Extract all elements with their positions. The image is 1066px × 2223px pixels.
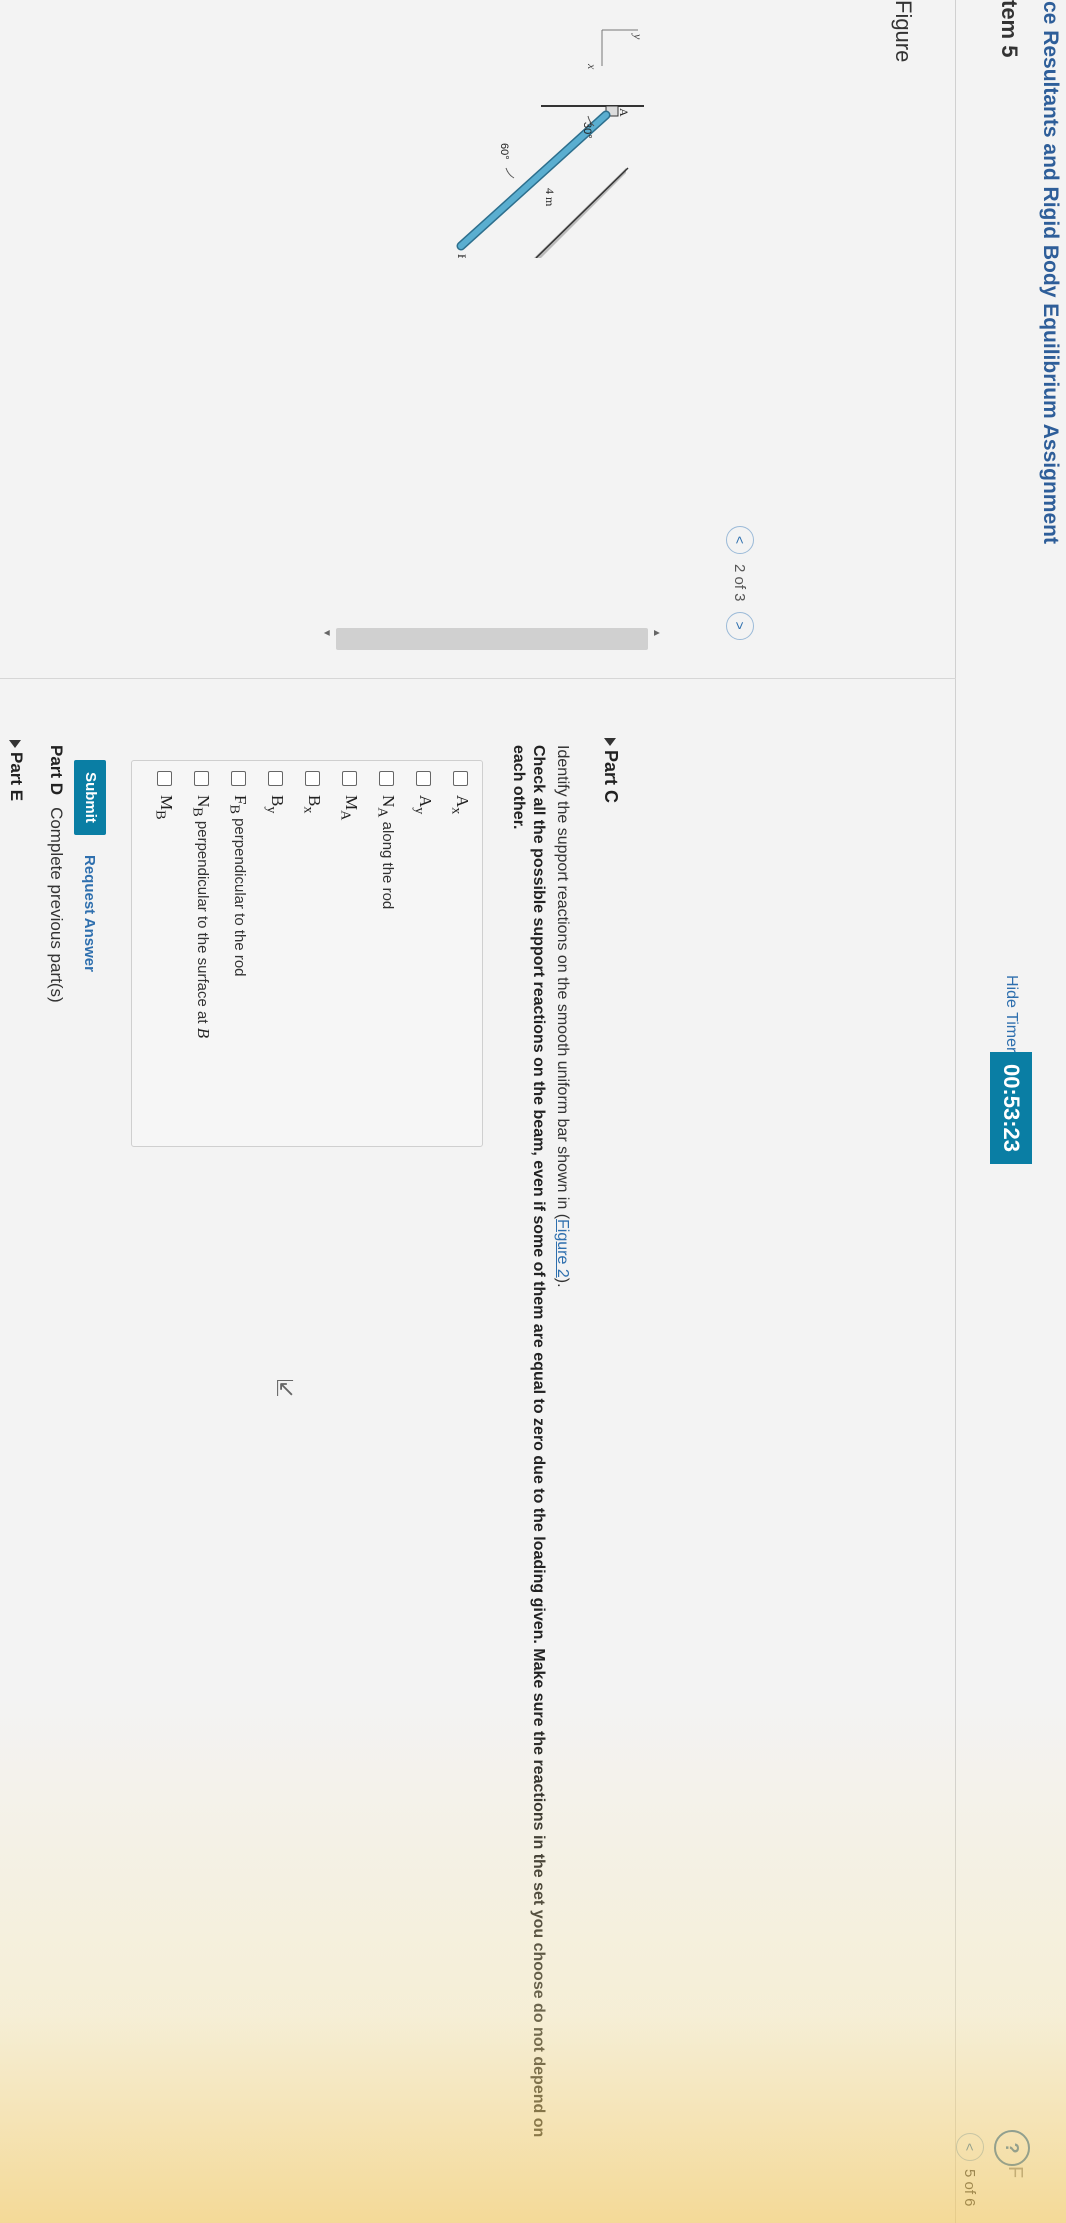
choice-by[interactable]: By bbox=[263, 771, 287, 813]
choice-subscript: y bbox=[411, 807, 428, 815]
screen: …ce Resultants and Rigid Body Equilibriu… bbox=[0, 0, 1066, 2223]
question-prefix: Identify the support reactions on the sm… bbox=[554, 745, 571, 1220]
figure-diagram: y x A B 30° 60° 4 m bbox=[455, 29, 645, 258]
choice-symbol: N bbox=[379, 795, 398, 808]
choice-point-b: B bbox=[194, 1027, 213, 1039]
scroll-down-icon[interactable]: ▼ bbox=[321, 628, 332, 638]
checkbox[interactable] bbox=[453, 771, 469, 786]
submit-button[interactable]: Submit bbox=[74, 760, 106, 835]
point-a-label: A bbox=[617, 108, 631, 117]
request-answer-link[interactable]: Request Answer bbox=[81, 855, 98, 972]
choice-ax[interactable]: Ax bbox=[448, 771, 472, 814]
figure-heading: Figure bbox=[891, 0, 916, 63]
rotated-page: …ce Resultants and Rigid Body Equilibriu… bbox=[0, 0, 1066, 2223]
breadcrumb[interactable]: …ce Resultants and Rigid Body Equilibriu… bbox=[1038, 0, 1062, 544]
choice-subscript: A bbox=[337, 810, 354, 821]
choice-symbol: A bbox=[416, 795, 435, 808]
part-d-status: Complete previous part(s) bbox=[47, 807, 66, 1003]
choice-na[interactable]: NA along the rod bbox=[374, 771, 398, 909]
choice-fb[interactable]: FB perpendicular to the rod bbox=[226, 771, 250, 977]
header-divider bbox=[955, 0, 956, 2223]
part-e-title[interactable]: Part E bbox=[6, 752, 26, 801]
question-suffix: ). bbox=[554, 1277, 571, 1288]
choice-subscript: x bbox=[448, 807, 465, 815]
timer-display: 00:53:23 bbox=[990, 1052, 1032, 1164]
part-e-expand-icon[interactable] bbox=[9, 740, 21, 748]
choice-list: Ax Ay NA along the rod MA Bx By FB perpe… bbox=[131, 760, 483, 1147]
choice-subscript: B bbox=[189, 807, 206, 817]
part-c-instructions: Check all the possible support reactions… bbox=[510, 745, 547, 2138]
choice-nb[interactable]: NB perpendicular to the surface at B bbox=[189, 771, 213, 1038]
column-divider bbox=[0, 678, 956, 679]
length-label: 4 m bbox=[543, 188, 557, 207]
choice-subscript: y bbox=[263, 806, 280, 814]
checkbox[interactable] bbox=[416, 771, 432, 786]
figure-pager-text: 2 of 3 bbox=[731, 564, 749, 602]
help-label: F bbox=[1004, 2166, 1026, 2179]
figure-pager: <2 of 3 > bbox=[726, 526, 754, 640]
figure-scrollbar[interactable] bbox=[336, 628, 648, 650]
checkbox[interactable] bbox=[231, 771, 247, 786]
item-title: tem 5 bbox=[997, 0, 1022, 58]
checkbox[interactable] bbox=[157, 771, 173, 786]
figure-link[interactable]: Figure 2 bbox=[554, 1219, 571, 1278]
incline-edge bbox=[535, 167, 629, 258]
prev-figure-button[interactable]: < bbox=[726, 526, 754, 554]
choice-ma[interactable]: MA bbox=[337, 771, 361, 820]
checkbox[interactable] bbox=[342, 771, 358, 786]
angle-60-label: 60° bbox=[498, 143, 510, 160]
mouse-cursor-icon: ⇱ bbox=[275, 1376, 295, 1402]
angle-30-label: 30° bbox=[581, 122, 593, 139]
scroll-up-icon[interactable]: ▲ bbox=[651, 628, 662, 638]
checkbox[interactable] bbox=[194, 771, 210, 786]
choice-symbol: M bbox=[342, 795, 361, 811]
help-icon[interactable]: ? bbox=[994, 2130, 1030, 2166]
item-pager-text: 5 of 6 bbox=[961, 2169, 978, 2207]
part-c-collapse-icon[interactable] bbox=[604, 738, 616, 746]
inclined-surface bbox=[534, 168, 626, 258]
x-axis-label: x bbox=[585, 63, 599, 70]
point-b-label: B bbox=[455, 254, 469, 258]
part-c-question: Identify the support reactions on the sm… bbox=[553, 745, 571, 1288]
prev-item-button[interactable]: < bbox=[956, 2133, 984, 2161]
item-pager: <5 of 6 bbox=[956, 2133, 984, 2213]
choice-symbol: M bbox=[157, 795, 176, 811]
choice-subscript: A bbox=[374, 807, 391, 818]
checkbox[interactable] bbox=[305, 771, 321, 786]
y-axis-label: y bbox=[631, 33, 645, 40]
choice-description: perpendicular to the surface at bbox=[194, 816, 211, 1028]
choice-symbol: B bbox=[305, 795, 324, 807]
choice-symbol: N bbox=[194, 795, 213, 808]
choice-subscript: B bbox=[226, 804, 243, 814]
checkbox[interactable] bbox=[268, 771, 284, 786]
choice-bx[interactable]: Bx bbox=[300, 771, 324, 813]
part-c-title[interactable]: Part C bbox=[600, 750, 621, 803]
choice-ay[interactable]: Ay bbox=[411, 771, 435, 814]
choice-description: perpendicular to the rod bbox=[231, 813, 248, 977]
next-figure-button[interactable]: > bbox=[726, 611, 754, 640]
hide-timer-link[interactable]: Hide Timer bbox=[1002, 975, 1020, 1052]
part-d-title: Part D bbox=[47, 745, 66, 796]
checkbox[interactable] bbox=[379, 771, 395, 786]
choice-description: along the rod bbox=[379, 817, 396, 910]
angle-60-arc bbox=[505, 167, 515, 179]
part-d-row: Part D Complete previous part(s) bbox=[46, 745, 66, 1003]
choice-mb[interactable]: MB bbox=[152, 771, 176, 820]
choice-symbol: B bbox=[268, 795, 287, 807]
choice-symbol: A bbox=[453, 795, 472, 808]
choice-subscript: x bbox=[300, 806, 317, 814]
choice-subscript: B bbox=[152, 810, 169, 820]
